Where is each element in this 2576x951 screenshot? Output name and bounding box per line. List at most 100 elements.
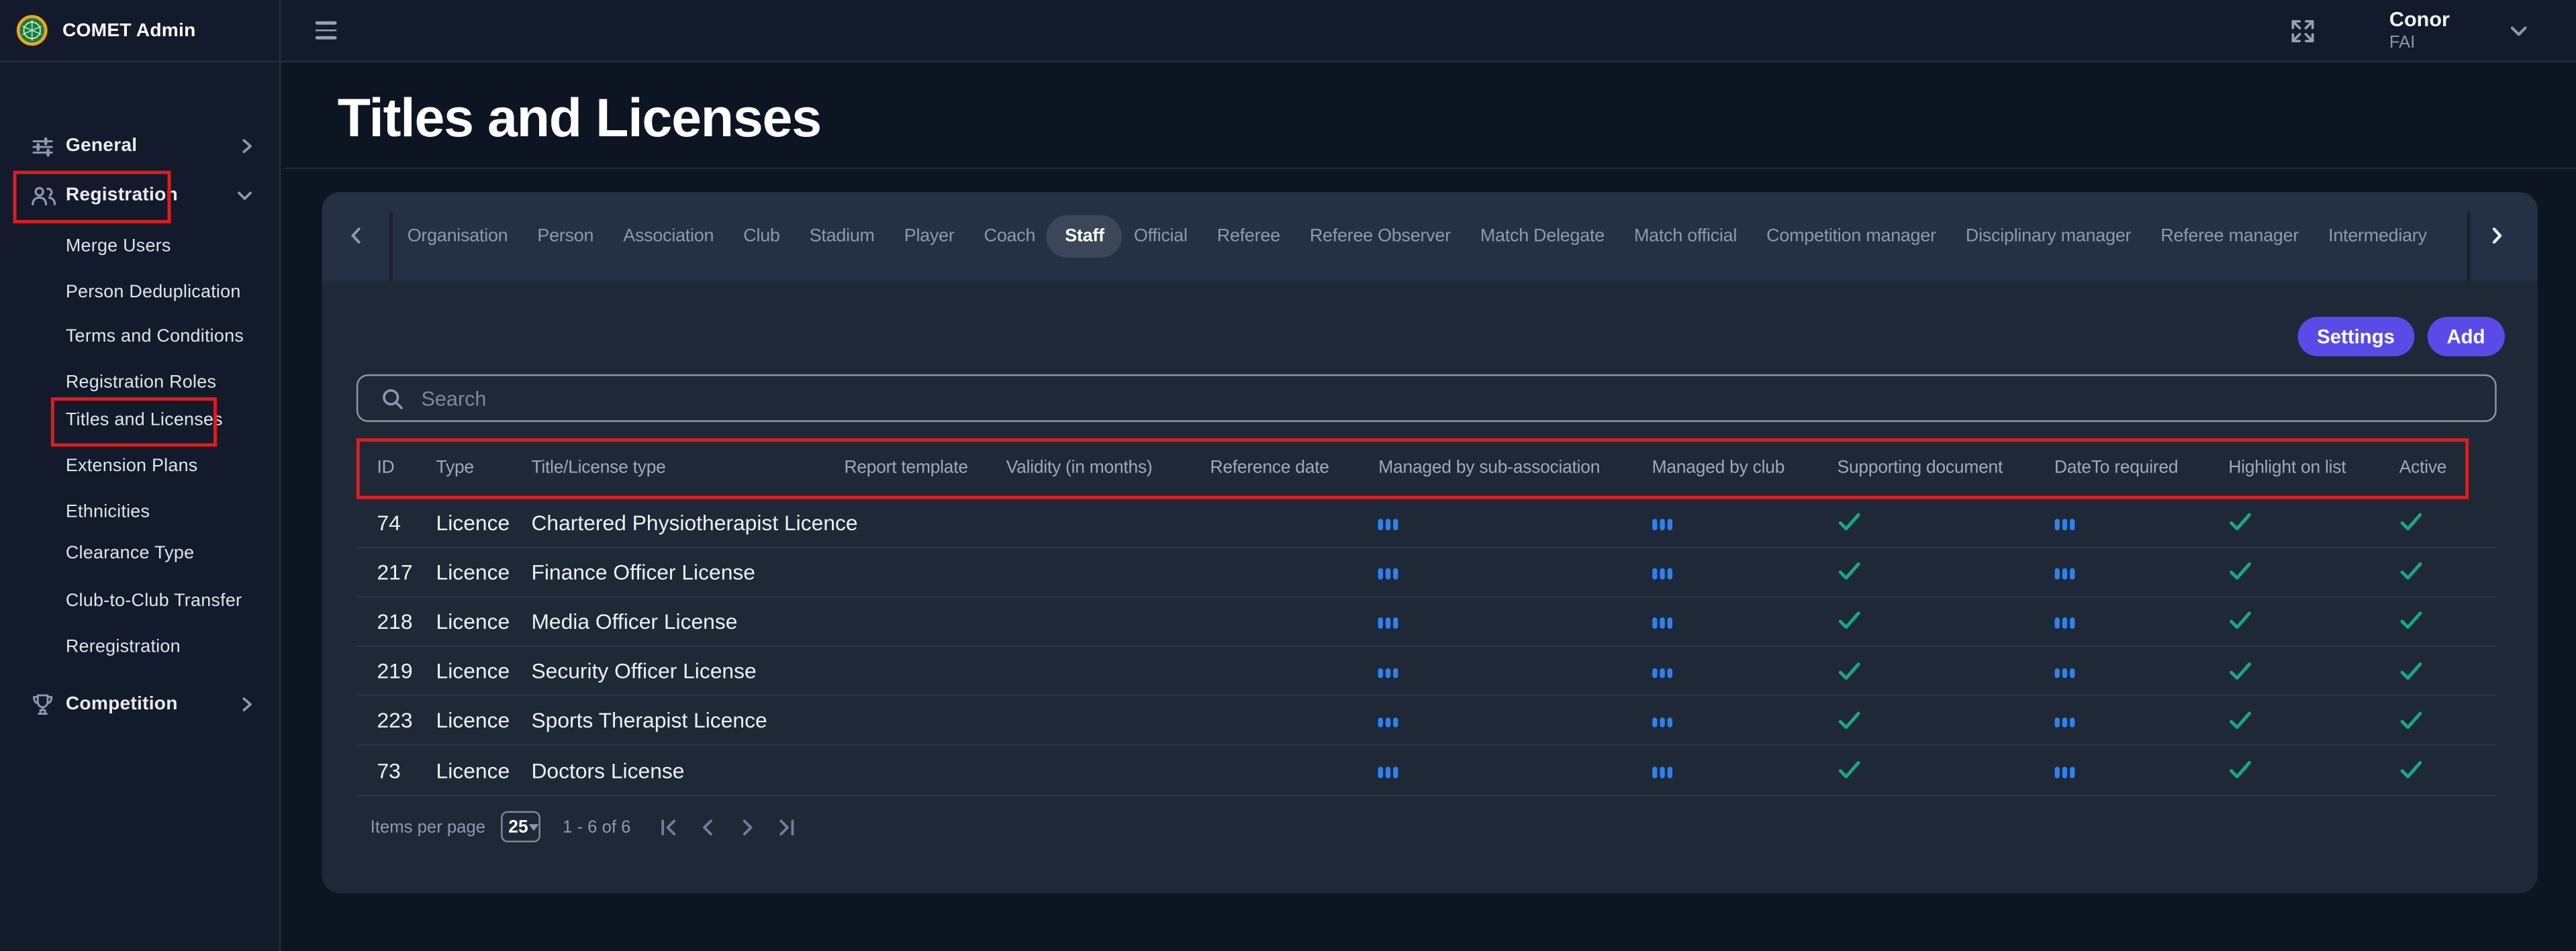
cell-id: 74 <box>356 510 436 535</box>
dateto-required-menu-icon[interactable] <box>2054 618 2059 629</box>
tab-competition-manager[interactable]: Competition manager <box>1766 226 1936 245</box>
tabs-list: Organisation Person Association Club Sta… <box>408 191 2432 280</box>
sidebar-item-clearance-type[interactable]: Clearance Type <box>0 531 279 575</box>
title-divider <box>282 166 2576 168</box>
page-size-value: 25 <box>508 817 528 836</box>
sidebar-item-label: Club-to-Club Transfer <box>66 591 242 611</box>
sidebar-item-label: Titles and Licenses <box>66 411 223 430</box>
content-card: Organisation Person Association Club Sta… <box>322 191 2537 893</box>
dateto-required-menu-icon[interactable] <box>2054 668 2059 679</box>
chevron-down-icon <box>236 190 252 201</box>
sidebar-item-label: Clearance Type <box>66 544 194 563</box>
tab-club[interactable]: Club <box>743 226 779 245</box>
managed-by-club-menu-icon[interactable] <box>1652 767 1657 778</box>
managed-by-sub-association-menu-icon[interactable] <box>1378 568 1383 579</box>
sidebar-item-person-deduplication[interactable]: Person Deduplication <box>0 269 279 313</box>
tab-person[interactable]: Person <box>537 226 593 245</box>
col-header-managed-by-club: Managed by club <box>1652 458 1838 478</box>
managed-by-sub-association-menu-icon[interactable] <box>1378 618 1383 629</box>
tab-official[interactable]: Official <box>1134 226 1188 245</box>
cell-title-license-type: Doctors License <box>531 758 844 783</box>
last-page-icon[interactable] <box>777 817 796 836</box>
col-header-highlight-on-list: Highlight on list <box>2228 458 2399 478</box>
page-title: Titles and Licenses <box>338 87 821 150</box>
items-per-page-label: Items per page <box>371 817 485 836</box>
chevron-down-icon[interactable] <box>2509 23 2527 37</box>
managed-by-club-menu-icon[interactable] <box>1652 568 1657 579</box>
dateto-required-menu-icon[interactable] <box>2054 568 2059 579</box>
managed-by-club-menu-icon[interactable] <box>1652 668 1657 679</box>
supporting-document-check-icon <box>1838 711 2054 730</box>
highlight-on-list-check-icon <box>2228 760 2399 780</box>
active-check-icon <box>2399 760 2496 780</box>
pagination-nav <box>659 817 797 836</box>
sidebar-item-general[interactable]: General <box>0 124 279 168</box>
active-check-icon <box>2399 661 2496 681</box>
dateto-required-menu-icon[interactable] <box>2054 717 2059 728</box>
tab-association[interactable]: Association <box>623 226 714 245</box>
tab-intermediary[interactable]: Intermediary <box>2328 226 2427 245</box>
tab-organisation[interactable]: Organisation <box>408 226 508 245</box>
tab-match-official[interactable]: Match official <box>1634 226 1737 245</box>
tab-referee[interactable]: Referee <box>1217 226 1280 245</box>
sidebar-item-label: Person Deduplication <box>66 282 241 301</box>
table-row: 74LicenceChartered Physiotherapist Licen… <box>356 499 2496 548</box>
managed-by-sub-association-menu-icon[interactable] <box>1378 767 1383 778</box>
tabs-scroll-right-icon[interactable] <box>2491 191 2502 280</box>
sidebar-item-competition[interactable]: Competition <box>0 683 279 727</box>
chevron-right-icon <box>240 138 252 154</box>
tab-referee-observer[interactable]: Referee Observer <box>1310 226 1451 245</box>
add-button-label: Add <box>2446 325 2485 348</box>
previous-page-icon[interactable] <box>698 817 718 836</box>
sidebar-item-titles-and-licenses[interactable]: Titles and Licenses <box>0 398 279 442</box>
sidebar-item-terms-and-conditions[interactable]: Terms and Conditions <box>0 315 279 359</box>
tab-player[interactable]: Player <box>904 226 955 245</box>
sidebar-item-ethnicities[interactable]: Ethnicities <box>0 489 279 534</box>
sidebar-item-extension-plans[interactable]: Extension Plans <box>0 444 279 488</box>
highlight-on-list-check-icon <box>2228 513 2399 532</box>
tab-coach[interactable]: Coach <box>984 226 1036 245</box>
sidebar-item-club-to-club-transfer[interactable]: Club-to-Club Transfer <box>0 579 279 623</box>
tab-match-delegate[interactable]: Match Delegate <box>1480 226 1605 245</box>
brand-zone: COMET Admin <box>0 0 280 61</box>
tab-staff[interactable]: Staff <box>1047 214 1122 257</box>
active-check-icon <box>2399 562 2496 581</box>
managed-by-sub-association-menu-icon[interactable] <box>1378 519 1383 530</box>
sidebar-item-reregistration[interactable]: Reregistration <box>0 624 279 668</box>
next-page-icon[interactable] <box>737 817 757 836</box>
cell-id: 73 <box>356 758 436 783</box>
managed-by-club-menu-icon[interactable] <box>1652 618 1657 629</box>
hamburger-menu-icon[interactable] <box>315 21 336 40</box>
main-content: Titles and Licenses Organisation Person … <box>282 62 2576 951</box>
tab-stadium[interactable]: Stadium <box>810 226 875 245</box>
first-page-icon[interactable] <box>659 817 678 836</box>
page-size-select[interactable]: 25 <box>500 811 540 843</box>
settings-button[interactable]: Settings <box>2297 317 2415 356</box>
cell-type: Licence <box>436 609 532 634</box>
user-menu[interactable]: Conor FAI <box>2389 9 2450 52</box>
add-button[interactable]: Add <box>2427 317 2505 356</box>
search-input[interactable] <box>418 385 2494 411</box>
managed-by-sub-association-menu-icon[interactable] <box>1378 717 1383 728</box>
cell-id: 223 <box>356 708 436 733</box>
cell-type: Licence <box>436 658 532 683</box>
sidebar-item-label: Terms and Conditions <box>66 327 244 346</box>
managed-by-club-menu-icon[interactable] <box>1652 519 1657 530</box>
tab-referee-manager[interactable]: Referee manager <box>2160 226 2299 245</box>
dateto-required-menu-icon[interactable] <box>2054 767 2059 778</box>
dateto-required-menu-icon[interactable] <box>2054 519 2059 530</box>
managed-by-club-menu-icon[interactable] <box>1652 717 1657 728</box>
highlight-on-list-check-icon <box>2228 711 2399 730</box>
fullscreen-icon[interactable] <box>2289 17 2316 44</box>
trophy-icon <box>31 693 54 715</box>
sidebar-item-merge-users[interactable]: Merge Users <box>0 224 279 268</box>
tabs-scroll-left-icon[interactable] <box>350 191 361 280</box>
tab-disciplinary-manager[interactable]: Disciplinary manager <box>1966 226 2131 245</box>
titles-table: ID Type Title/License type Report templa… <box>356 438 2496 796</box>
table-row: 217LicenceFinance Officer License <box>356 548 2496 597</box>
sidebar-item-registration[interactable]: Registration <box>0 173 279 217</box>
managed-by-sub-association-menu-icon[interactable] <box>1378 668 1383 679</box>
active-check-icon <box>2399 711 2496 730</box>
highlight-on-list-check-icon <box>2228 611 2399 631</box>
cell-id: 217 <box>356 560 436 585</box>
